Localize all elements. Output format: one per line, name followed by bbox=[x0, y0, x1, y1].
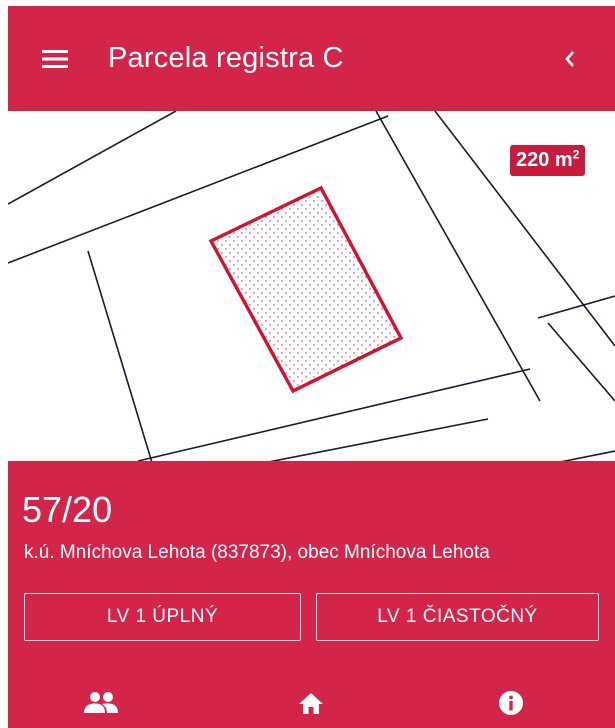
cadastral-map[interactable]: 220 m2 bbox=[8, 111, 615, 466]
lv-partial-button[interactable]: LV 1 ČIASTOČNÝ bbox=[316, 593, 599, 641]
page-title: Parcela registra C bbox=[108, 42, 344, 74]
app-screen: Parcela registra C 220 m2 57/20 k.ú. Mní… bbox=[8, 6, 615, 728]
chevron-left-icon bbox=[565, 51, 574, 67]
bottom-navigation bbox=[8, 679, 615, 728]
nav-owners[interactable] bbox=[81, 687, 121, 719]
hamburger-menu-icon bbox=[42, 50, 68, 68]
info-icon bbox=[499, 691, 523, 715]
home-icon bbox=[299, 693, 323, 714]
menu-button[interactable] bbox=[32, 36, 78, 82]
area-unit-superscript: 2 bbox=[572, 147, 580, 162]
selected-parcel[interactable] bbox=[208, 185, 404, 394]
lv-full-button[interactable]: LV 1 ÚPLNÝ bbox=[24, 593, 301, 641]
parcel-number: 57/20 bbox=[22, 489, 113, 530]
app-bar: Parcela registra C bbox=[8, 6, 615, 111]
area-value: 220 m bbox=[516, 149, 573, 171]
parcel-info-panel: 57/20 k.ú. Mníchova Lehota (837873), obe… bbox=[8, 461, 615, 728]
area-badge: 220 m2 bbox=[510, 145, 586, 176]
people-icon bbox=[84, 692, 118, 713]
back-button[interactable] bbox=[550, 36, 590, 82]
nav-info[interactable] bbox=[491, 687, 531, 719]
nav-home[interactable] bbox=[291, 687, 331, 719]
parcel-location: k.ú. Mníchova Lehota (837873), obec Mníc… bbox=[24, 542, 490, 563]
